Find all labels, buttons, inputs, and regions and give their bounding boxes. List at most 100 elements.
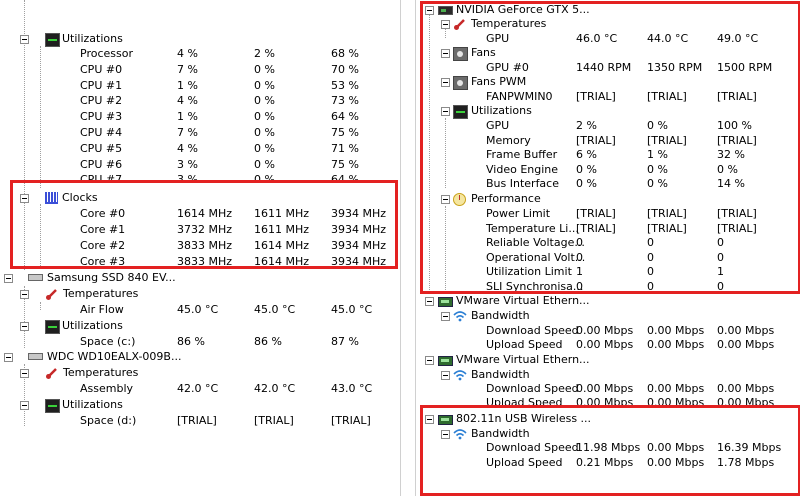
sensor-row[interactable]: CPU #2 4 % 0 % 73 % — [0, 93, 400, 109]
category-label: Temperatures — [63, 366, 139, 379]
bandwidth-category[interactable]: Bandwidth — [416, 308, 800, 324]
sensor-row[interactable]: Upload Speed 0.21 Mbps 0.00 Mbps 1.78 Mb… — [416, 455, 800, 471]
collapse-toggle[interactable] — [425, 297, 434, 306]
sensor-row[interactable]: CPU #1 1 % 0 % 53 % — [0, 78, 400, 94]
collapse-toggle[interactable] — [20, 369, 29, 378]
sensor-min: 0 % — [254, 62, 275, 76]
sensor-max: 16.39 Mbps — [717, 441, 782, 454]
sensor-min: 1611 MHz — [254, 223, 310, 236]
sensor-row[interactable]: Space (c:) 86 % 86 % 87 % — [0, 334, 400, 350]
sensor-row[interactable]: CPU #5 4 % 0 % 71 % — [0, 141, 400, 157]
sensor-value: 0.00 Mbps — [576, 338, 634, 351]
collapse-toggle[interactable] — [20, 322, 29, 331]
collapse-toggle[interactable] — [20, 290, 29, 299]
temperatures-category[interactable]: Temperatures — [0, 286, 400, 302]
device-ssd[interactable]: Samsung SSD 840 EV... — [0, 270, 400, 286]
clocks-category[interactable]: Clocks — [0, 190, 400, 206]
sensor-max: 71 % — [331, 141, 359, 155]
performance-category[interactable]: Performance — [416, 191, 800, 207]
sensor-name: Core #3 — [80, 255, 126, 268]
collapse-toggle[interactable] — [441, 78, 450, 87]
gpu-icon — [438, 6, 453, 15]
sensor-row[interactable]: CPU #6 3 % 0 % 75 % — [0, 157, 400, 173]
sensor-name: Bus Interface — [486, 177, 559, 191]
sensor-row[interactable]: CPU #0 7 % 0 % 70 % — [0, 62, 400, 78]
sensor-row[interactable]: Bus Interface 0 % 0 % 14 % — [416, 176, 800, 192]
sensor-row[interactable]: Frame Buffer 6 % 1 % 32 % — [416, 147, 800, 163]
sensor-max: 0 — [717, 250, 724, 264]
sensor-max: 53 % — [331, 78, 359, 92]
device-wireless[interactable]: 802.11n USB Wireless ... — [416, 411, 800, 427]
sensor-name: Processor — [80, 47, 133, 60]
collapse-toggle[interactable] — [425, 6, 434, 15]
sensor-max: 14 % — [717, 177, 745, 191]
collapse-toggle[interactable] — [20, 194, 29, 203]
sensor-max: 3934 MHz — [331, 207, 387, 220]
collapse-toggle[interactable] — [441, 107, 450, 116]
collapse-toggle[interactable] — [4, 274, 13, 283]
collapse-toggle[interactable] — [20, 401, 29, 410]
sensor-row[interactable]: Operational Volt... 0 0 0 — [416, 250, 800, 266]
sensor-min: 0 % — [647, 177, 668, 191]
sensor-name: Core #0 — [80, 207, 126, 220]
collapse-toggle[interactable] — [20, 35, 29, 44]
sensor-row[interactable]: Power Limit [TRIAL] [TRIAL] [TRIAL] — [416, 206, 800, 222]
sensor-name: Power Limit — [486, 207, 551, 220]
utilizations-category[interactable]: Utilizations — [0, 31, 400, 47]
sensor-row[interactable]: Core #2 3833 MHz 1614 MHz 3934 MHz — [0, 238, 400, 254]
sensor-row[interactable]: Processor 4 % 2 % 68 % — [0, 46, 400, 62]
sensor-name: Assembly — [80, 382, 134, 395]
sensor-row[interactable]: Utilization Limit 1 0 1 — [416, 264, 800, 280]
temperatures-category[interactable]: Temperatures — [0, 365, 400, 381]
sensor-name: Space (d:) — [80, 414, 137, 427]
sensor-name: CPU #6 — [80, 157, 123, 171]
utilizations-category[interactable]: Utilizations — [0, 318, 400, 334]
collapse-toggle[interactable] — [441, 195, 450, 204]
sensor-row[interactable]: Core #0 1614 MHz 1611 MHz 3934 MHz — [0, 206, 400, 222]
sensor-row[interactable]: Air Flow 45.0 °C 45.0 °C 45.0 °C — [0, 302, 400, 318]
sensor-row[interactable]: CPU #4 7 % 0 % 75 % — [0, 125, 400, 141]
sensor-row[interactable]: CPU #7 3 % 0 % 64 % — [0, 172, 400, 188]
sensor-value: 3833 MHz — [177, 239, 233, 252]
collapse-toggle[interactable] — [441, 430, 450, 439]
sensor-row[interactable]: Download Speed 11.98 Mbps 0.00 Mbps 16.3… — [416, 440, 800, 456]
device-name: VMware Virtual Ethern... — [456, 294, 590, 307]
sensor-row[interactable]: Reliable Voltage... 0 0 0 — [416, 235, 800, 251]
collapse-toggle[interactable] — [441, 312, 450, 321]
sensor-min: 0 % — [254, 157, 275, 171]
sensor-value: 2 % — [576, 119, 597, 132]
fans-pwm-category[interactable]: Fans PWM — [416, 74, 800, 90]
sensor-row[interactable]: Core #3 3833 MHz 1614 MHz 3934 MHz — [0, 254, 400, 270]
sensor-value: 0 — [576, 236, 583, 250]
sensor-row[interactable]: Temperature Li... [TRIAL] [TRIAL] [TRIAL] — [416, 221, 800, 237]
sensor-max: [TRIAL] — [717, 133, 757, 147]
collapse-toggle[interactable] — [4, 353, 13, 362]
sensor-row[interactable]: Memory [TRIAL] [TRIAL] [TRIAL] — [416, 133, 800, 149]
sensor-row[interactable]: Core #1 3732 MHz 1611 MHz 3934 MHz — [0, 222, 400, 238]
utilizations-category[interactable]: Utilizations — [416, 103, 800, 119]
collapse-toggle[interactable] — [441, 20, 450, 29]
collapse-toggle[interactable] — [425, 415, 434, 424]
sensor-row[interactable]: Upload Speed 0.00 Mbps 0.00 Mbps 0.00 Mb… — [416, 395, 800, 411]
disk-icon — [28, 353, 43, 360]
collapse-toggle[interactable] — [425, 356, 434, 365]
sensor-value: [TRIAL] — [576, 207, 616, 220]
fans-category[interactable]: Fans — [416, 45, 800, 61]
temperatures-category[interactable]: Temperatures — [416, 16, 800, 32]
sensor-name: Space (c:) — [80, 335, 136, 348]
sensor-row[interactable]: Space (d:) [TRIAL] [TRIAL] [TRIAL] — [0, 413, 400, 429]
sensor-row[interactable]: CPU #3 1 % 0 % 64 % — [0, 109, 400, 125]
sensor-row[interactable]: Upload Speed 0.00 Mbps 0.00 Mbps 0.00 Mb… — [416, 337, 800, 353]
sensor-row[interactable]: GPU 2 % 0 % 100 % — [416, 118, 800, 134]
device-network[interactable]: VMware Virtual Ethern... — [416, 293, 800, 309]
sensor-row[interactable]: Video Engine 0 % 0 % 0 % — [416, 162, 800, 178]
device-name: VMware Virtual Ethern... — [456, 353, 590, 366]
sensor-name: CPU #5 — [80, 141, 123, 155]
collapse-toggle[interactable] — [441, 49, 450, 58]
utilizations-category[interactable]: Utilizations — [0, 397, 400, 413]
device-hdd[interactable]: WDC WD10EALX-009B... — [0, 349, 400, 365]
sensor-name: Upload Speed — [486, 396, 563, 409]
device-network[interactable]: VMware Virtual Ethern... — [416, 352, 800, 368]
collapse-toggle[interactable] — [441, 371, 450, 380]
sensor-row[interactable]: Assembly 42.0 °C 42.0 °C 43.0 °C — [0, 381, 400, 397]
